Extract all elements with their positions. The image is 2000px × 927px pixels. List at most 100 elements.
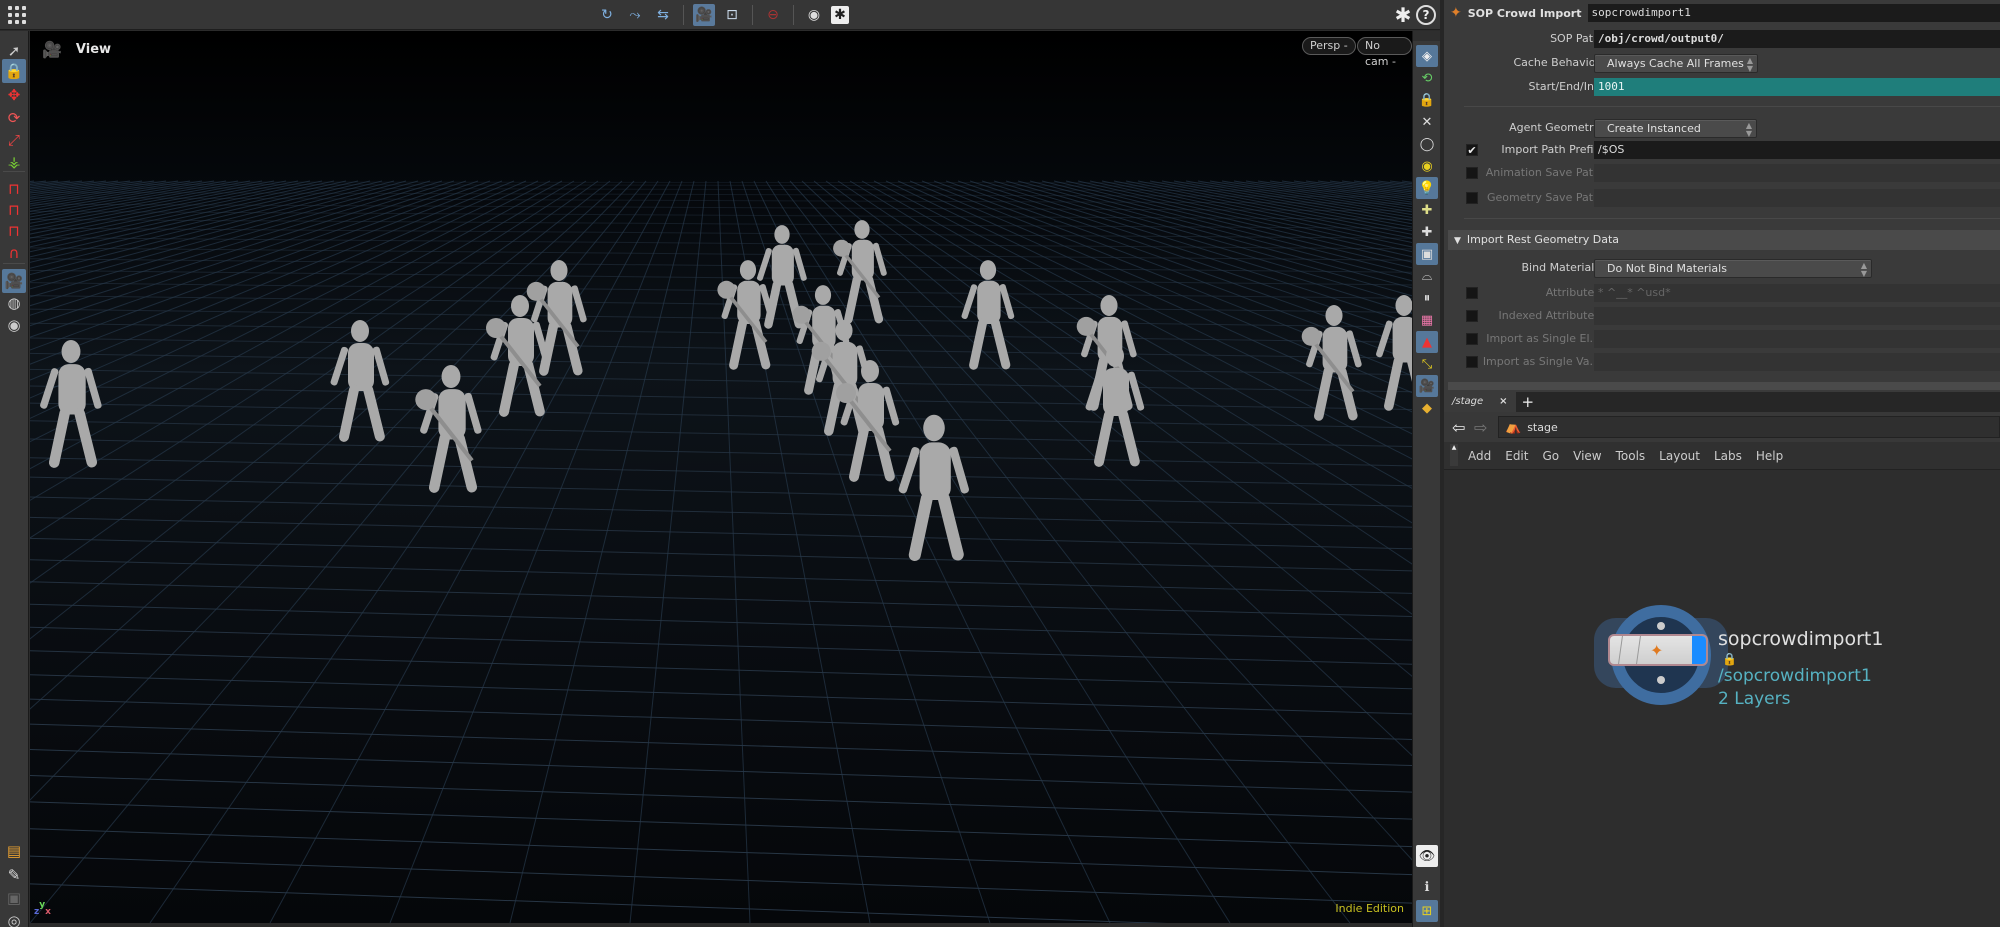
help-button[interactable]: ? [1416,5,1436,25]
agent-geometry-menu[interactable]: Create Instanced SkelRoots▲▼ [1594,119,1757,152]
pause-icon[interactable]: ⏸ [1416,287,1438,309]
attributes-field: * ^__* ^usd* [1594,284,2000,302]
wireframe-icon[interactable]: ⤡ [1416,353,1438,375]
pan-view-icon[interactable]: ⤳ [624,4,646,26]
frame-view-icon[interactable]: ⊡ [721,4,743,26]
scene-viewport[interactable]: 🎥 View Persp - No cam - Indie Edition zy… [30,31,1412,923]
param-pane-scroll-edge[interactable] [1448,382,2000,390]
apps-grid-icon[interactable] [8,6,28,24]
back-arrow-icon[interactable]: ⇦ [1452,418,1465,437]
network-canvas[interactable]: ✦ sopcrowdimport1 🔒 /sopcrowdimport1 2 L… [1444,470,2000,927]
image-disabled-icon[interactable]: ▣ [2,886,26,910]
bind-materials-menu[interactable]: Do Not Bind Materials ▲ ▼ [1594,259,1872,278]
snapshot-icon[interactable]: ▦ [1416,309,1438,331]
tumble-view-icon[interactable]: ↻ [596,4,618,26]
move-tool-icon[interactable]: ✥ [2,83,26,107]
menu-edit[interactable]: Edit [1505,449,1528,463]
viewport-layout-icon[interactable]: ⊞ [1416,900,1438,922]
single-value-checkbox[interactable] [1466,356,1478,368]
light-off-icon[interactable]: ✕ [1416,111,1438,133]
menu-labs[interactable]: Labs [1714,449,1742,463]
path-breadcrumb[interactable]: ⛺ stage [1498,416,2000,438]
menubar-collapse-icon[interactable]: ▲ [1450,444,1458,466]
render-region-icon[interactable]: ◍ [2,291,26,315]
node-sopcrowdimport1[interactable]: ✦ [1608,634,1708,666]
forward-arrow-icon[interactable]: ⇨ [1474,418,1487,437]
add-tab-button[interactable]: + [1522,393,1535,411]
menu-view[interactable]: View [1573,449,1601,463]
indexed-attributes-checkbox[interactable] [1466,310,1478,322]
gear-icon[interactable]: ✱ [1392,4,1414,26]
add-env-light-icon[interactable]: ✚ [1416,221,1438,243]
notes-icon[interactable]: ✎ [2,863,26,887]
menu-arrows-icon: ▲ ▼ [1860,261,1867,278]
ghost-icon[interactable]: ◯ [1416,133,1438,155]
single-element-checkbox[interactable] [1466,333,1478,345]
geo-save-checkbox[interactable] [1466,192,1478,204]
display-flag[interactable] [1692,636,1706,664]
anim-save-checkbox[interactable] [1466,167,1478,179]
menu-go[interactable]: Go [1542,449,1559,463]
info-icon[interactable]: ℹ [1416,876,1438,898]
headlight-icon[interactable]: 💡 [1416,177,1438,199]
lock-icon[interactable]: 🔒 [1416,89,1438,111]
separator [1464,218,2000,219]
persp-menu[interactable]: Persp - [1302,37,1356,55]
menu-layout[interactable]: Layout [1659,449,1700,463]
crowd-node-icon[interactable]: ✦ [1450,5,1462,21]
glasses-icon[interactable]: ⌓ [1416,265,1438,287]
camera-menu[interactable]: No cam - [1357,37,1412,68]
scale-tool-icon[interactable]: ⤢ [2,128,26,152]
cache-behavior-menu[interactable]: Always Cache All Frames ▲ ▼ [1594,54,1758,73]
sop-path-field[interactable]: /obj/crowd/output0/ [1594,30,2000,48]
start-frame-field[interactable]: 1001 [1594,78,2000,96]
tab-stage[interactable]: /stage × [1444,392,1516,412]
param-animation-save-path: Animation Save Path [1444,164,2000,184]
import-prefix-field[interactable]: /$OS [1594,141,2000,159]
attributes-checkbox[interactable] [1466,287,1478,299]
diamond-icon[interactable]: ◆ [1416,397,1438,419]
dolly-camera-icon[interactable]: ⇆ [652,4,674,26]
node-path-label: /sopcrowdimport1 [1718,666,1872,686]
single-value-label: Import as Single Va... [1482,355,1600,368]
node-input-connector[interactable] [1657,622,1665,630]
display-options-icon[interactable]: ✱ [831,6,849,24]
axis-x: x [45,907,51,917]
snap-magnet-icon[interactable]: ∩ [2,241,26,265]
folder-import-rest-geometry[interactable]: ▼ Import Rest Geometry Data [1448,230,2000,250]
view-lock-icon[interactable]: 🔒 [2,59,26,83]
import-prefix-checkbox[interactable]: ✔ [1466,144,1478,156]
shelf-tool-icon[interactable]: ▤ [2,839,26,863]
snap-point-icon[interactable]: ⊓ [2,219,26,243]
node-name-field[interactable]: sopcrowdimport1 [1587,4,2000,22]
camera-tool-icon[interactable]: 🎥 [2,269,26,293]
toolbar-collapse-bar[interactable] [1413,31,1441,41]
param-import-single-value: Import as Single Va... [1444,353,2000,373]
flipbook-icon[interactable]: ◉ [2,313,26,337]
expand-triangle-icon: ▼ [1454,236,1461,246]
menu-help[interactable]: Help [1756,449,1783,463]
camera-view-icon[interactable]: 🎥 [1416,375,1438,397]
close-icon[interactable]: × [1499,392,1507,412]
add-light-icon[interactable]: ✚ [1416,199,1438,221]
param-sop-path: SOP Path /obj/crowd/output0/ [1444,30,2000,50]
cube-display-icon[interactable]: ▣ [1416,243,1438,265]
crowd-agent [486,295,550,417]
camera-lock-icon[interactable]: 🎥 [693,4,715,26]
shapes-icon[interactable]: ▲ [1416,331,1438,353]
indexed-attributes-label: Indexed Attributes [1498,309,1601,322]
grid-display-icon[interactable]: ◈ [1416,45,1438,67]
film-reel-icon[interactable]: ◎ [2,909,26,927]
stop-render-icon[interactable]: ⊖ [762,4,784,26]
crowd-agents [40,220,1412,562]
menu-tools[interactable]: Tools [1616,449,1646,463]
node-output-connector[interactable] [1657,676,1665,684]
rotate-tool-icon[interactable]: ⟳ [2,106,26,130]
crowd-agent [1301,305,1362,421]
construction-plane-icon[interactable]: ⟲ [1416,67,1438,89]
visibility-eye-icon[interactable]: ◉ [1416,155,1438,177]
flipbook-camera-icon[interactable]: ◉ [803,4,825,26]
menu-add[interactable]: Add [1468,449,1491,463]
eye-icon[interactable]: 👁 [1416,845,1438,867]
geo-save-field [1594,189,2000,207]
